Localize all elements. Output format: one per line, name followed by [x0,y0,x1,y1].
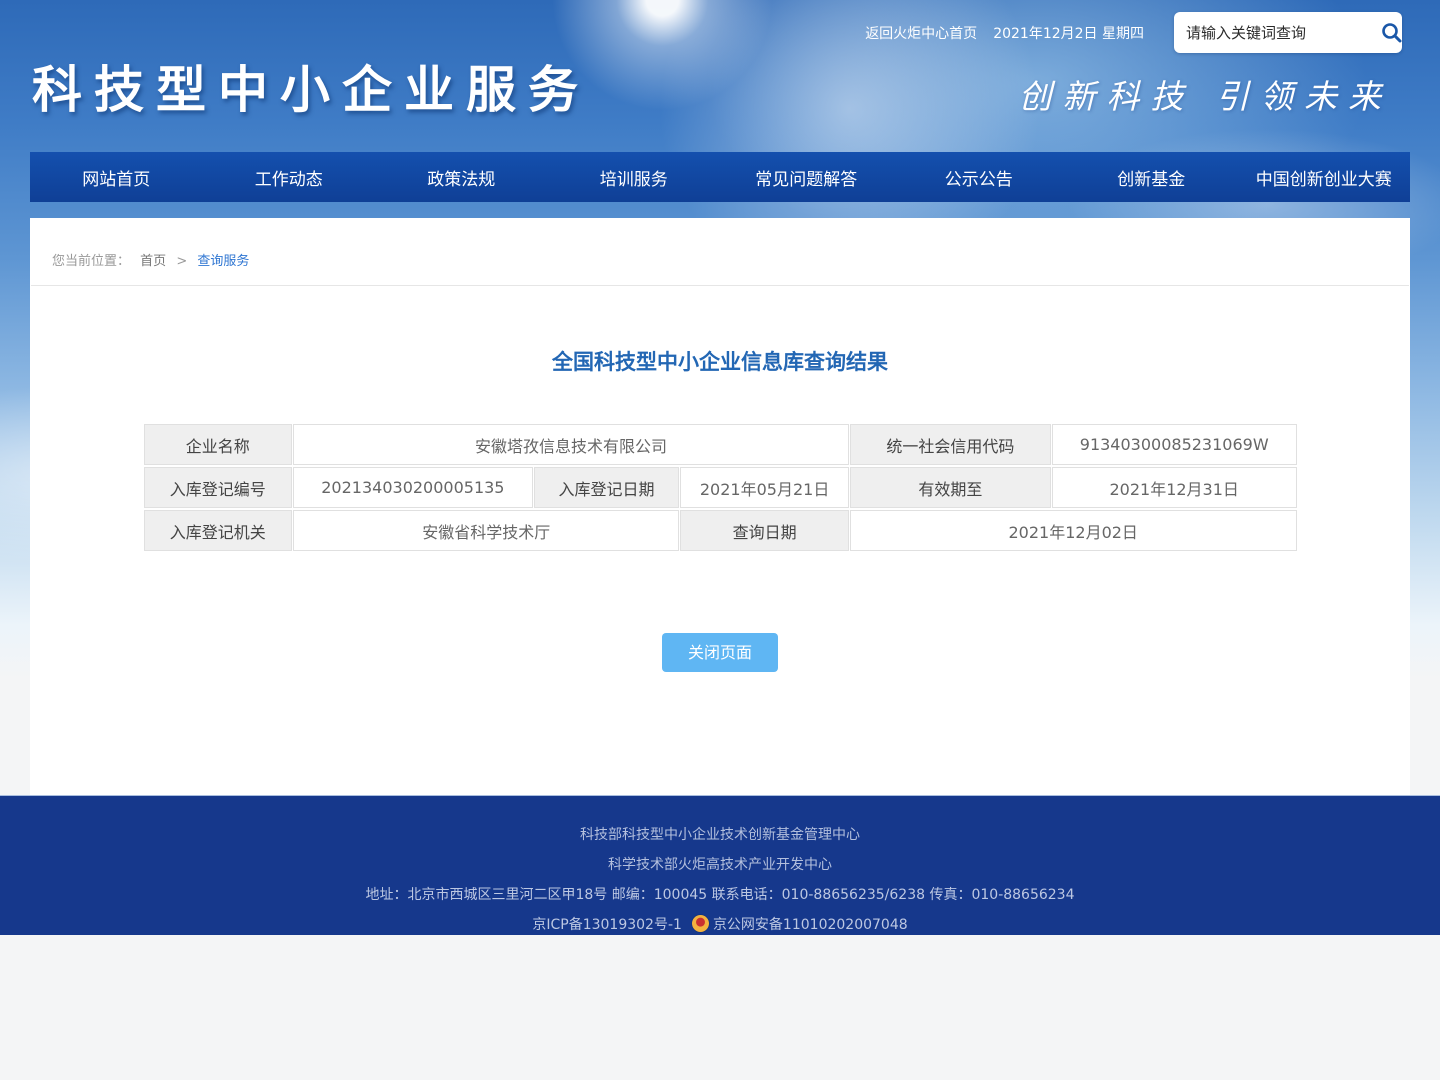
breadcrumb-separator: > [176,254,187,269]
result-table: 企业名称 安徽塔孜信息技术有限公司 统一社会信用代码 9134030008523… [143,422,1298,553]
table-row: 入库登记机关 安徽省科学技术厅 查询日期 2021年12月02日 [144,510,1297,551]
footer-record-line: 京ICP备13019302号-1 京公网安备11010202007048 [0,910,1440,940]
breadcrumb-home-link[interactable]: 首页 [140,254,166,269]
query-date-label: 查询日期 [680,510,849,551]
site-header: 返回火炬中心首页 2021年12月2日 星期四 科技型中小企业服务 创新科技 引… [0,0,1440,152]
site-footer: 科技部科技型中小企业技术创新基金管理中心 科学技术部火炬高技术产业开发中心 地址… [0,795,1440,935]
credit-code-value: 91340300085231069W [1052,424,1297,465]
nav-item-faq[interactable]: 常见问题解答 [720,152,893,202]
slogan-text: 创新科技 引领未来 [1019,70,1393,118]
credit-code-label: 统一社会信用代码 [850,424,1051,465]
police-record-link[interactable]: 京公网安备11010202007048 [713,917,908,933]
valid-until-value: 2021年12月31日 [1052,467,1297,508]
registration-number-value: 202134030200005135 [293,467,533,508]
nav-item-innovation-fund[interactable]: 创新基金 [1065,152,1238,202]
site-logo: 科技型中小企业服务 [32,50,590,122]
breadcrumb-current-link[interactable]: 查询服务 [197,254,249,269]
close-button-container: 关闭页面 [30,633,1410,672]
query-date-value: 2021年12月02日 [850,510,1297,551]
table-row: 入库登记编号 202134030200005135 入库登记日期 2021年05… [144,467,1297,508]
registration-authority-label: 入库登记机关 [144,510,293,551]
registration-authority-value: 安徽省科学技术厅 [293,510,679,551]
company-name-value: 安徽塔孜信息技术有限公司 [293,424,849,465]
return-torch-home-link[interactable]: 返回火炬中心首页 [865,23,977,43]
footer-contact-line: 地址：北京市西城区三里河二区甲18号 邮编：100045 联系电话：010-88… [0,880,1440,910]
nav-item-work-news[interactable]: 工作动态 [203,152,376,202]
nav-item-announcements[interactable]: 公示公告 [893,152,1066,202]
police-badge-icon [692,915,709,932]
nav-item-training[interactable]: 培训服务 [548,152,721,202]
current-date: 2021年12月2日 星期四 [993,23,1144,43]
result-title: 全国科技型中小企业信息库查询结果 [30,346,1410,376]
search-icon[interactable] [1380,20,1404,46]
close-page-button[interactable]: 关闭页面 [662,633,778,672]
breadcrumb-prefix: 您当前位置： [52,254,130,269]
breadcrumb-divider [31,285,1409,286]
table-row: 企业名称 安徽塔孜信息技术有限公司 统一社会信用代码 9134030008523… [144,424,1297,465]
company-name-label: 企业名称 [144,424,293,465]
breadcrumb: 您当前位置： 首页 > 查询服务 [30,218,1410,285]
registration-date-label: 入库登记日期 [534,467,680,508]
icp-record-link[interactable]: 京ICP备13019302号-1 [532,917,682,933]
nav-item-policies[interactable]: 政策法规 [375,152,548,202]
main-nav: 网站首页 工作动态 政策法规 培训服务 常见问题解答 公示公告 创新基金 中国创… [30,152,1410,202]
nav-item-competition[interactable]: 中国创新创业大赛 [1238,152,1411,202]
nav-item-home[interactable]: 网站首页 [30,152,203,202]
valid-until-label: 有效期至 [850,467,1051,508]
footer-org-line-1: 科技部科技型中小企业技术创新基金管理中心 [0,820,1440,850]
registration-number-label: 入库登记编号 [144,467,293,508]
search-box [1174,12,1402,53]
top-bar: 返回火炬中心首页 2021年12月2日 星期四 [865,12,1402,53]
footer-org-line-2: 科学技术部火炬高技术产业开发中心 [0,850,1440,880]
registration-date-value: 2021年05月21日 [680,467,849,508]
search-input[interactable] [1186,24,1380,42]
